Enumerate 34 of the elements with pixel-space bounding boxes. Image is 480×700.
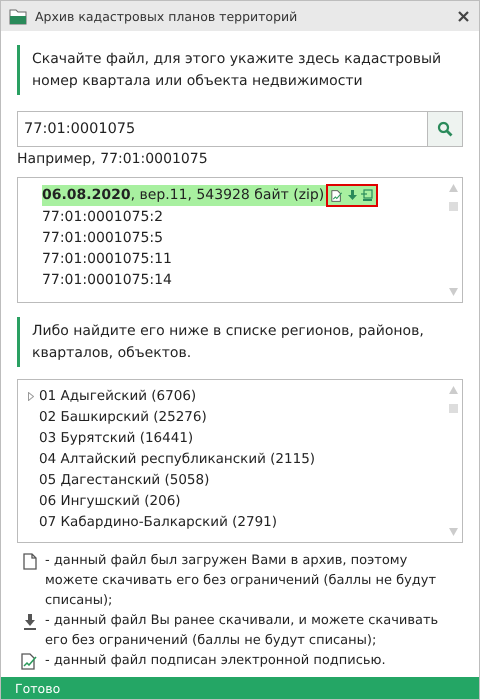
scroll-up-icon[interactable]	[448, 386, 458, 394]
search-button[interactable]	[427, 111, 463, 147]
legend-text: - данный файл подписан электронной подписью.	[45, 652, 387, 670]
scroll-up-icon[interactable]	[448, 184, 458, 192]
scroll-thumb[interactable]	[448, 404, 458, 413]
list-item[interactable]: 77:01:0001075:11	[42, 249, 444, 270]
close-icon[interactable]	[456, 8, 471, 24]
list-item[interactable]: 77:01:0001075:5	[42, 228, 444, 249]
tree-item[interactable]: 07 Кабардино-Балкарский (2791)	[39, 512, 278, 533]
tree-item[interactable]: 05 Дагестанский (5058)	[39, 470, 210, 491]
download-icon[interactable]	[348, 190, 358, 202]
search-icon	[437, 121, 453, 137]
export-icon[interactable]	[361, 189, 374, 202]
example-text: Например, 77:01:0001075	[17, 151, 209, 167]
tree-item[interactable]: 06 Ингушский (206)	[39, 491, 181, 512]
legend-text: - данный файл Вы ранее скачивали, и можете скачивать его без ограничений (баллы не будут списаны);	[45, 612, 440, 650]
list-item[interactable]: 77:01:0001075:14	[42, 270, 444, 291]
instruction-text: Либо найдите его ниже в списке регионов, районов, кварталов, объектов.	[17, 317, 463, 367]
legend-text: - данный файл был загружен Вами в архив, поэтому можете скачивать его без ограничений (баллы не будут списаны);	[45, 552, 438, 610]
window-title: Архив кадастровых планов территорий	[35, 8, 298, 24]
folder-icon	[9, 8, 27, 24]
scroll-down-icon[interactable]	[448, 288, 458, 296]
tree-item[interactable]: 01 Адыгейский (6706)	[39, 386, 196, 407]
tree-item[interactable]: 02 Башкирский (25276)	[39, 407, 207, 428]
status-bar: Готово	[1, 677, 479, 699]
instruction-text: Скачайте файл, для этого укажите здесь кадастровый номер квартала или объекта недвижимости	[17, 45, 463, 95]
scroll-thumb[interactable]	[448, 202, 458, 211]
list-item[interactable]: 77:01:0001075:2	[42, 207, 444, 228]
version-item[interactable]: 06.08.2020, вер.11, 543928 байт (zip)	[42, 185, 326, 206]
signed-document-icon[interactable]	[331, 190, 344, 202]
search-field[interactable]: 77:01:0001075	[17, 111, 427, 147]
scroll-down-icon[interactable]	[448, 528, 458, 536]
tree-item[interactable]: 04 Алтайский республиканский (2115)	[39, 449, 316, 470]
tree-item[interactable]: 03 Бурятский (16441)	[39, 428, 194, 449]
